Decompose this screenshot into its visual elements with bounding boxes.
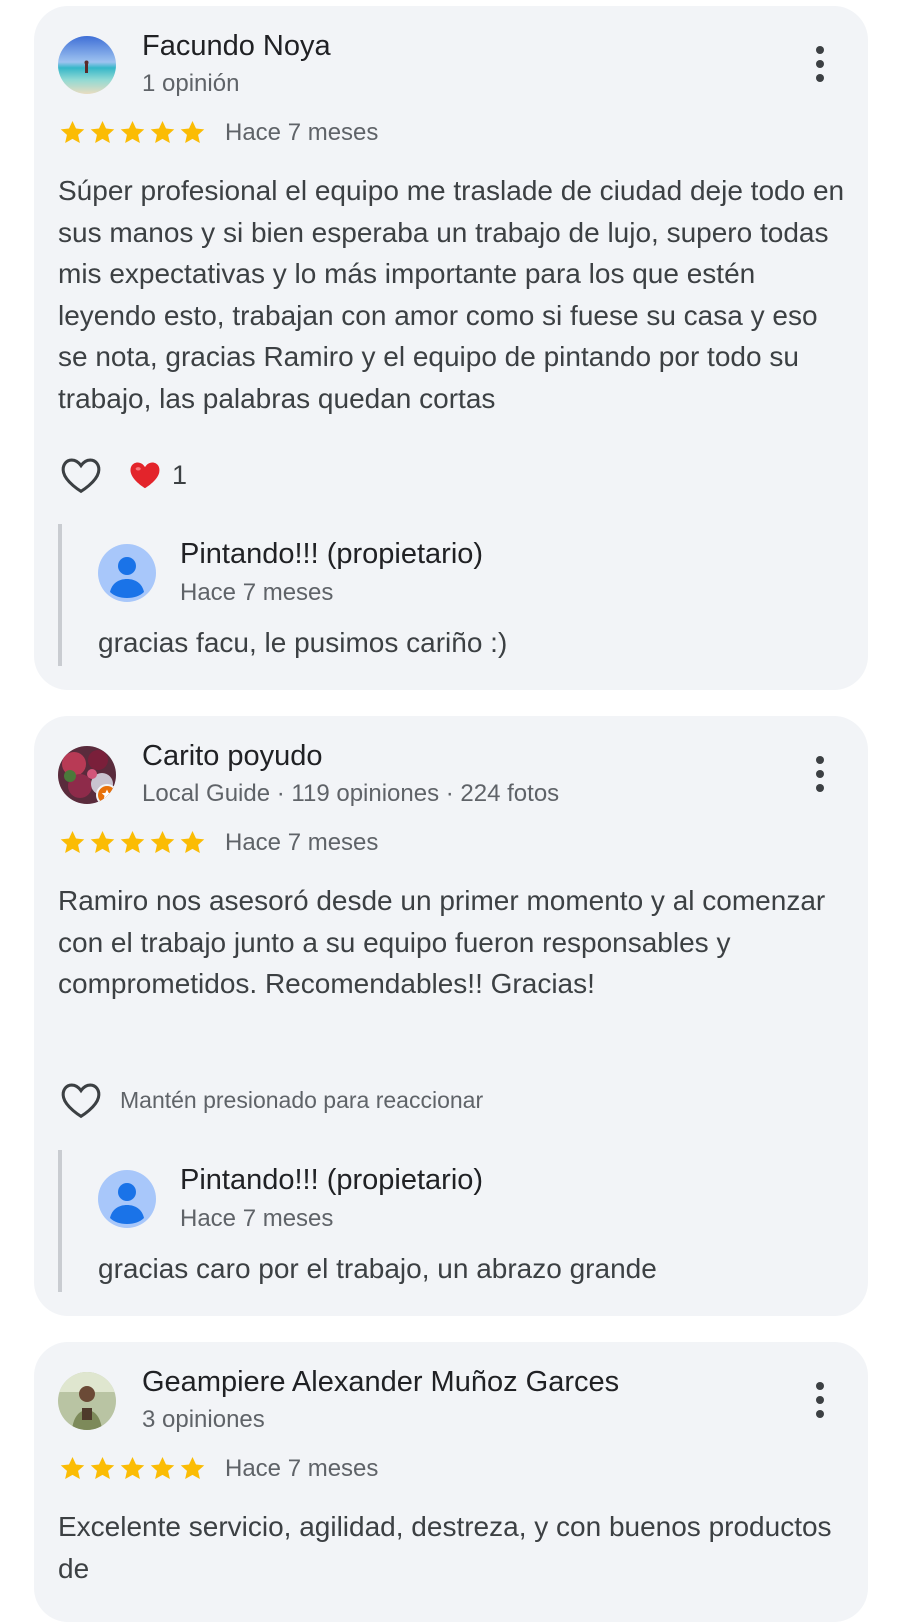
owner-reply-text: gracias facu, le pusimos cariño :) (98, 627, 508, 658)
author-meta: Local Guide · 119 opiniones · 224 fotos (142, 780, 560, 807)
review-date: Hace 7 meses (225, 828, 379, 856)
more-options-icon[interactable] (800, 1378, 840, 1422)
author-name[interactable]: Carito poyudo (142, 740, 323, 773)
author-name[interactable]: Geampiere Alexander Muñoz Garces (142, 1366, 619, 1399)
owner-reply: Pintando!!! (propietario) Hace 7 meses g… (58, 1150, 848, 1292)
rating-row: Hace 7 meses (58, 118, 378, 147)
red-heart-icon[interactable] (128, 458, 162, 492)
author-avatar[interactable] (58, 746, 116, 804)
local-guide-badge-icon (96, 784, 116, 804)
author-meta: 1 opinión (142, 70, 240, 97)
star-icon (90, 831, 115, 854)
star-icon (150, 831, 175, 854)
owner-avatar (98, 1170, 156, 1228)
beach-photo-avatar-icon (58, 36, 116, 94)
star-icon (150, 1457, 175, 1480)
owner-avatar (98, 544, 156, 602)
more-options-icon[interactable] (800, 752, 840, 796)
review-card: Carito poyudo Local Guide · 119 opinione… (34, 716, 868, 1316)
star-icon (150, 121, 175, 144)
star-icon (120, 121, 145, 144)
owner-reply-text: gracias caro por el trabajo, un abrazo g… (98, 1253, 657, 1284)
star-rating (58, 118, 207, 147)
star-icon (90, 121, 115, 144)
review-date: Hace 7 meses (225, 1454, 379, 1482)
star-icon (60, 121, 85, 144)
star-icon (180, 1457, 205, 1480)
star-icon (90, 1457, 115, 1480)
rating-row: Hace 7 meses (58, 828, 378, 857)
review-card: Facundo Noya 1 opinión Hace 7 meses Súpe… (34, 6, 868, 690)
person-icon (110, 1183, 144, 1224)
reaction-row: 1 (58, 452, 187, 498)
person-icon (110, 557, 144, 598)
owner-name: Pintando!!! (propietario) (180, 538, 484, 570)
rating-row: Hace 7 meses (58, 1454, 378, 1483)
owner-reply-date: Hace 7 meses (180, 1205, 334, 1232)
owner-reply: Pintando!!! (propietario) Hace 7 meses g… (58, 524, 848, 666)
star-rating (58, 828, 207, 857)
star-icon (120, 831, 145, 854)
author-name[interactable]: Facundo Noya (142, 30, 331, 63)
review-text: Excelente servicio, agilidad, destreza, … (58, 1511, 832, 1584)
review-date: Hace 7 meses (225, 118, 379, 146)
author-avatar[interactable] (58, 36, 116, 94)
heart-outline-icon[interactable] (58, 452, 104, 498)
reaction-hint: Mantén presionado para reaccionar (120, 1086, 484, 1113)
author-meta: 3 opiniones (142, 1406, 265, 1433)
heart-outline-icon[interactable] (58, 1077, 104, 1123)
author-avatar[interactable] (58, 1372, 116, 1430)
star-rating (58, 1454, 207, 1483)
star-icon (60, 1457, 85, 1480)
star-icon (60, 831, 85, 854)
owner-reply-date: Hace 7 meses (180, 579, 334, 606)
review-text: Ramiro nos asesoró desde un primer momen… (58, 885, 826, 1000)
review-text: Súper profesional el equipo me traslade … (58, 175, 845, 414)
star-icon (180, 831, 205, 854)
star-icon (180, 121, 205, 144)
review-card: Geampiere Alexander Muñoz Garces 3 opini… (34, 1342, 868, 1622)
person-photo-avatar-icon (58, 1372, 116, 1430)
owner-name: Pintando!!! (propietario) (180, 1164, 484, 1196)
more-options-icon[interactable] (800, 42, 840, 86)
star-icon (120, 1457, 145, 1480)
reaction-count: 1 (172, 459, 188, 490)
reaction-row: Mantén presionado para reaccionar (58, 1077, 483, 1123)
